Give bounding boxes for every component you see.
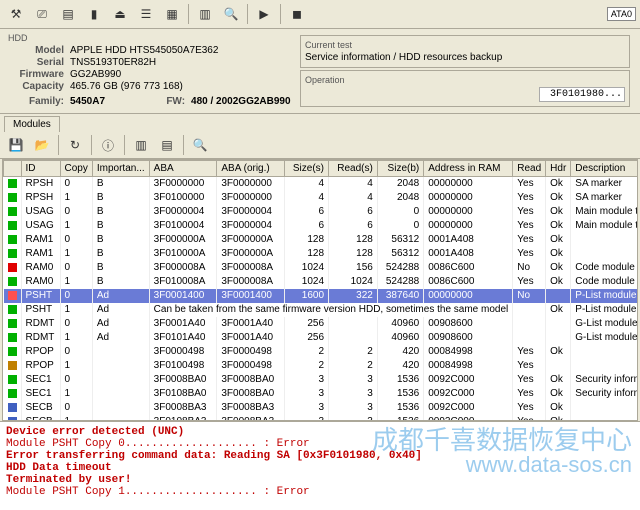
family-value: 5450A7 [70, 96, 105, 107]
mod-refresh-icon[interactable]: ↻ [63, 133, 87, 157]
tool-scan-icon[interactable]: ☰ [134, 2, 158, 26]
table-row[interactable]: RPOP03F00004983F00004982242000084998YesO… [4, 345, 639, 359]
table-row[interactable]: USAG1B3F01000043F000000466000000000YesOk… [4, 219, 639, 233]
current-test-desc: Service information / HDD resources back… [305, 52, 625, 63]
tool-find-icon[interactable]: 🔍 [219, 2, 243, 26]
separator [188, 4, 189, 24]
log-line: Module PSHT Copy 0.................... :… [6, 438, 310, 450]
col-importance[interactable]: Importan... [92, 161, 149, 177]
table-row[interactable]: RAM11B3F010000A3F000000A128128563120001A… [4, 247, 639, 261]
separator [183, 135, 184, 155]
table-row[interactable]: RAM00B3F000008A3F000008A1024156524288008… [4, 261, 639, 275]
col-read[interactable]: Read [513, 161, 546, 177]
separator [58, 135, 59, 155]
table-row[interactable]: PSHT0Ad3F00014003F0001400160032238764000… [4, 289, 639, 303]
operation-value: 3F0101980... [539, 87, 625, 102]
separator [124, 135, 125, 155]
modules-toolbar: 💾 📂 ↻ ⓘ ▥ ▤ 🔍 [0, 132, 640, 159]
table-row[interactable]: SEC113F0108BA03F0008BA03315360092C000Yes… [4, 387, 639, 401]
tool-stop-icon[interactable]: ◼ [285, 2, 309, 26]
tool-hex-icon[interactable]: ▥ [193, 2, 217, 26]
col-addr-ram[interactable]: Address in RAM [424, 161, 513, 177]
table-row[interactable]: SEC103F0008BA03F0008BA03315360092C000Yes… [4, 373, 639, 387]
log-panel: Device error detected (UNC) Module PSHT … [0, 421, 640, 510]
tool-utils-icon[interactable]: ⚒ [4, 2, 28, 26]
table-row[interactable]: PSHT1AdCan be taken from the same firmwa… [4, 303, 639, 317]
family-label: Family: [8, 96, 64, 107]
tool-play-icon[interactable]: ▶ [252, 2, 276, 26]
firmware-value: GG2AB990 [70, 69, 121, 80]
tool-drives-icon[interactable]: ▮ [82, 2, 106, 26]
log-line: Terminated by user! [6, 474, 131, 486]
table-row[interactable]: RPSH0B3F00000003F000000044204800000000Ye… [4, 177, 639, 191]
module-table: ID Copy Importan... ABA ABA (orig.) Size… [3, 160, 638, 421]
table-row[interactable]: RDMT1Ad3F0101A403F0001A40256409600090860… [4, 331, 639, 345]
separator [247, 4, 248, 24]
log-line: Error transferring command data: Reading… [6, 450, 422, 462]
log-line: Module PSHT Copy 1.................... :… [6, 486, 310, 498]
mod-hex-icon[interactable]: ▥ [129, 133, 153, 157]
mod-open-icon[interactable]: 📂 [30, 133, 54, 157]
tool-ports-icon[interactable]: ⎚ [30, 2, 54, 26]
table-row[interactable]: RDMT0Ad3F0001A403F0001A40256409600090860… [4, 317, 639, 331]
col-id[interactable]: ID [21, 161, 60, 177]
mod-save-icon[interactable]: 💾 [4, 133, 28, 157]
tool-chip-icon[interactable]: ▤ [56, 2, 80, 26]
separator [280, 4, 281, 24]
mod-info-icon[interactable]: ⓘ [96, 133, 120, 157]
fw-value: 480 / 2002GG2AB990 [191, 96, 291, 107]
capacity-value: 465.76 GB (976 773 168) [70, 81, 183, 92]
col-size-b[interactable]: Size(b) [377, 161, 423, 177]
model-label: Model [8, 45, 64, 56]
col-desc[interactable]: Description [571, 161, 638, 177]
mod-find-icon[interactable]: 🔍 [188, 133, 212, 157]
model-value: APPLE HDD HTS545050A7E362 [70, 45, 218, 56]
hdd-info-panel: HDD Model APPLE HDD HTS545050A7E362 Seria… [0, 29, 640, 114]
table-row[interactable]: USAG0B3F00000043F000000466000000000YesOk… [4, 205, 639, 219]
current-test-group: Current test Service information / HDD r… [300, 35, 630, 68]
module-grid[interactable]: ID Copy Importan... ABA ABA (orig.) Size… [2, 159, 638, 421]
current-test-title: Current test [305, 40, 625, 50]
table-row[interactable]: RAM01B3F010008A3F000008A1024102452428800… [4, 275, 639, 289]
table-row[interactable]: RAM10B3F000000A3F000000A128128563120001A… [4, 233, 639, 247]
tool-grid-icon[interactable]: ▦ [160, 2, 184, 26]
col-copy[interactable]: Copy [60, 161, 92, 177]
col-aba-orig[interactable]: ABA (orig.) [217, 161, 285, 177]
serial-value: TNS5193T0ER82H [70, 57, 156, 68]
mod-edit-icon[interactable]: ▤ [155, 133, 179, 157]
table-row[interactable]: SECB03F0008BA33F0008BA33315360092C000Yes… [4, 401, 639, 415]
log-line: Device error detected (UNC) [6, 426, 184, 438]
separator [91, 135, 92, 155]
col-read-s[interactable]: Read(s) [329, 161, 378, 177]
ata-port-label: ATA0 [607, 7, 636, 21]
log-line: HDD Data timeout [6, 462, 112, 474]
capacity-label: Capacity [8, 81, 64, 92]
table-row[interactable]: RPSH1B3F01000003F000000044204800000000Ye… [4, 191, 639, 205]
table-row[interactable]: RPOP13F01004983F00004982242000084998Yes [4, 359, 639, 373]
serial-label: Serial [8, 57, 64, 68]
hdd-section-label: HDD [8, 33, 298, 43]
col-aba[interactable]: ABA [149, 161, 217, 177]
main-toolbar: ⚒ ⎚ ▤ ▮ ⏏ ☰ ▦ ▥ 🔍 ▶ ◼ ATA0 [0, 0, 640, 29]
tab-modules[interactable]: Modules [4, 116, 60, 132]
col-size-s[interactable]: Size(s) [285, 161, 329, 177]
operation-label: Operation [305, 75, 625, 85]
fw-label: FW: [145, 96, 185, 107]
col-hdr[interactable]: Hdr [546, 161, 571, 177]
operation-group: Operation 3F0101980... [300, 70, 630, 107]
tool-eject-icon[interactable]: ⏏ [108, 2, 132, 26]
firmware-label: Firmware [8, 69, 64, 80]
